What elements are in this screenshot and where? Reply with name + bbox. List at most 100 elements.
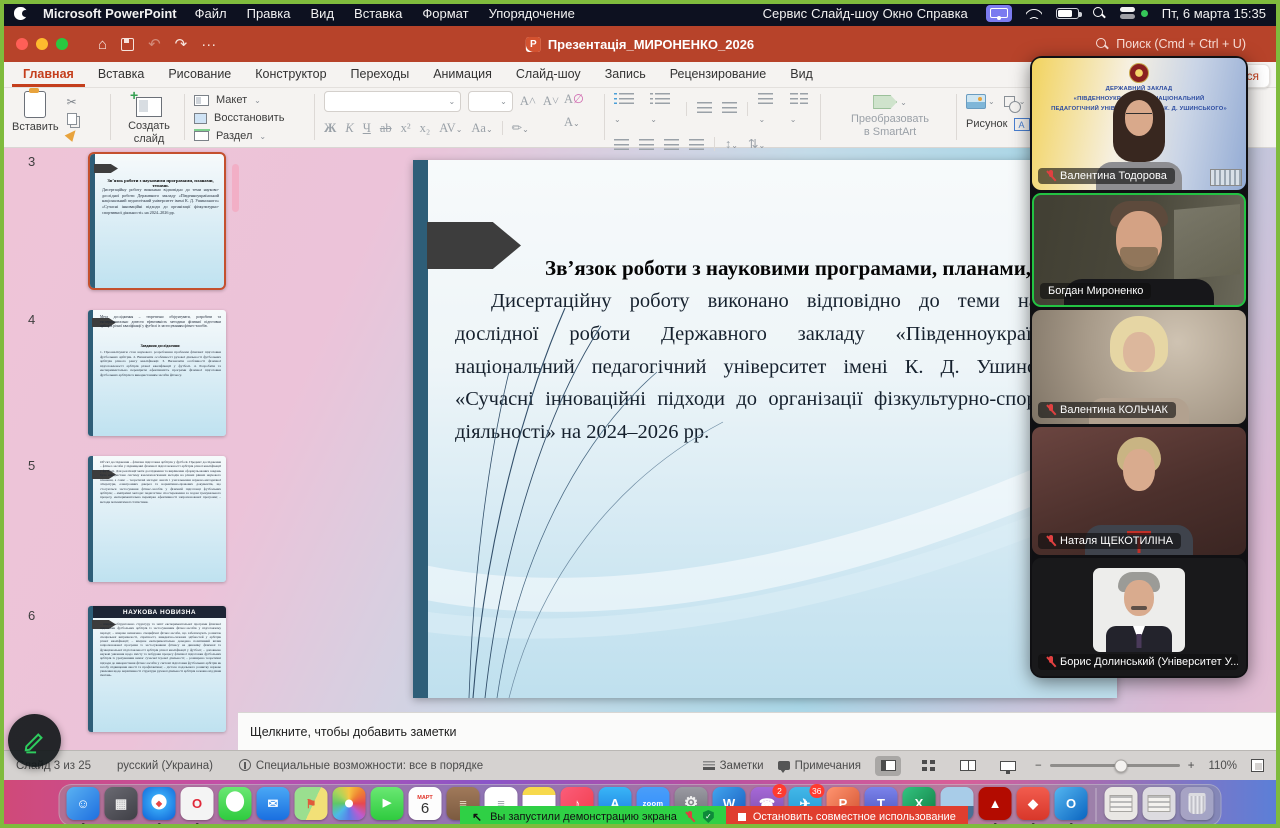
text-direction-icon[interactable]: ↕⌄ [725, 137, 738, 152]
dock-app-trash[interactable] [1180, 787, 1215, 823]
line-spacing-icon[interactable]: ⌄ [758, 91, 779, 127]
notes-toggle[interactable]: Заметки [703, 760, 764, 772]
minimize-window-button[interactable] [36, 38, 48, 50]
dock-app-maps[interactable]: ⚑ [294, 787, 329, 823]
wifi-icon[interactable] [1026, 7, 1042, 19]
char-spacing-button[interactable]: AV⌄ [439, 121, 462, 136]
font-color-icon[interactable]: А⌄ [564, 115, 580, 130]
tab-Главная[interactable]: Главная [12, 63, 85, 87]
language-indicator[interactable]: русский (Украина) [117, 760, 213, 772]
zoom-slider[interactable]: − + [1035, 760, 1194, 772]
align-text-icon[interactable]: ⇅⌄ [748, 136, 765, 152]
italic-button[interactable]: К [345, 121, 353, 136]
accessibility-status[interactable]: Специальные возможности: все в порядке [239, 759, 483, 772]
fullscreen-window-button[interactable] [56, 38, 68, 50]
tab-Слайд-шоу[interactable]: Слайд-шоу [505, 63, 592, 87]
highlight-pen-icon[interactable]: ✏⌄ [512, 120, 529, 136]
participant-tile-kolchak[interactable]: Валентина КОЛЬЧАК [1032, 310, 1246, 424]
dock-app-outlook[interactable]: O [1054, 787, 1089, 823]
align-left-icon[interactable] [614, 139, 629, 150]
slide-title[interactable]: Зв’язок роботи з науковими програмами, п… [455, 256, 1107, 281]
dock-app-mail[interactable]: ✉ [256, 787, 291, 823]
insert-shape-button[interactable]: ⌄ [1004, 96, 1026, 107]
layout-button[interactable]: Макет⌄ [194, 91, 310, 109]
decrease-font-icon[interactable]: A˅ [543, 94, 559, 109]
bold-button[interactable]: Ж [324, 121, 336, 136]
dock-app-messages[interactable] [218, 787, 253, 823]
menu-Вид[interactable]: Вид [311, 6, 335, 21]
dock-app-window-2[interactable] [1142, 787, 1177, 823]
menubar-clock[interactable]: Пт, 6 марта 15:35 [1162, 6, 1266, 21]
tab-Запись[interactable]: Запись [594, 63, 657, 87]
zoom-level[interactable]: 110% [1208, 760, 1237, 772]
dock-app-acrobat[interactable]: ▲ [978, 787, 1013, 823]
menu-Правка[interactable]: Правка [247, 6, 291, 21]
tab-Анимация[interactable]: Анимация [422, 63, 503, 87]
slide-thumbnail-5[interactable]: Об’єкт дослідження – фізична підготовка … [88, 456, 226, 582]
menu-Окно[interactable]: Окно [883, 6, 913, 21]
tab-Рецензирование[interactable]: Рецензирование [659, 63, 778, 87]
apple-menu-icon[interactable] [14, 7, 27, 20]
undo-icon[interactable]: ↶ [148, 35, 161, 53]
strikethrough-button[interactable]: ab [380, 121, 392, 136]
dock-app-photos[interactable] [332, 787, 367, 823]
menubar-app-name[interactable]: Microsoft PowerPoint [43, 6, 177, 21]
dock-app-calendar[interactable]: МАРТ6 [408, 787, 443, 823]
participant-tile-dolynskyi[interactable]: Борис Долинський (Університет У... [1032, 558, 1246, 676]
change-case-button[interactable]: Aa⌄ [471, 121, 492, 136]
reading-view-button[interactable] [955, 756, 981, 776]
home-icon[interactable]: ⌂ [98, 36, 107, 53]
subscript-button[interactable]: x₂ [420, 121, 431, 136]
more-actions-icon[interactable]: ··· [201, 36, 216, 53]
slide-thumbnail-4[interactable]: Мета дослідження – теоретично обґрунтува… [88, 310, 226, 436]
save-icon[interactable] [121, 38, 134, 51]
comments-toggle[interactable]: Примечания [778, 760, 861, 772]
section-button[interactable]: Раздел⌄ [194, 127, 310, 145]
thumbnail-scrollbar[interactable] [232, 164, 239, 212]
format-painter-icon[interactable] [64, 127, 79, 142]
smartart-button[interactable]: ⌄ Преобразовать в SmartArt [830, 91, 950, 138]
paste-button[interactable]: Вставить [12, 91, 59, 140]
clear-formatting-icon[interactable]: A∅ [564, 91, 584, 107]
insert-picture-button[interactable]: ⌄ [966, 94, 995, 109]
text-box-icon[interactable]: A [1014, 118, 1030, 131]
menu-Файл[interactable]: Файл [195, 6, 227, 21]
tab-Конструктор[interactable]: Конструктор [244, 63, 337, 87]
dock-app-launchpad[interactable]: ▦ [104, 787, 139, 823]
dock-app-anydesk[interactable]: ◆ [1016, 787, 1051, 823]
align-justify-icon[interactable] [689, 139, 704, 150]
increase-indent-icon[interactable] [722, 100, 737, 118]
columns-icon[interactable]: ⌄ [790, 91, 814, 127]
increase-font-icon[interactable]: A˄ [520, 94, 536, 109]
menu-Сервис[interactable]: Сервис [763, 6, 808, 21]
decrease-indent-icon[interactable] [697, 100, 712, 118]
menu-Формат[interactable]: Формат [422, 6, 468, 21]
menu-Слайд-шоу[interactable]: Слайд-шоу [811, 6, 878, 21]
annotation-pencil-button[interactable] [8, 714, 61, 767]
slide-thumbnail-3[interactable]: Зв’язок роботи з науковими програмами, п… [88, 152, 226, 290]
slideshow-button[interactable] [995, 756, 1021, 776]
reset-button[interactable]: Восстановить [194, 109, 310, 127]
participant-tile-shchekotylina[interactable]: Наталя ЩЕКОТИЛІНА [1032, 427, 1246, 555]
tab-Рисование[interactable]: Рисование [157, 63, 242, 87]
font-size-select[interactable]: ⌄ [468, 91, 513, 112]
dock-app-safari[interactable]: ◆ [142, 787, 177, 823]
menu-Вставка[interactable]: Вставка [354, 6, 402, 21]
menu-Упорядочение[interactable]: Упорядочение [489, 6, 575, 21]
tab-Вид[interactable]: Вид [779, 63, 824, 87]
spotlight-icon[interactable] [1093, 7, 1106, 20]
dock-app-facetime[interactable]: ▶ [370, 787, 405, 823]
titlebar-search[interactable]: Поиск (Cmd + Ctrl + U) [1096, 37, 1246, 51]
align-right-icon[interactable] [664, 139, 679, 150]
slide-thumbnail-6[interactable]: НАУКОВА НОВИЗНА – вперше обґрунтовано ст… [88, 606, 226, 732]
superscript-button[interactable]: x² [401, 121, 411, 136]
normal-view-button[interactable] [875, 756, 901, 776]
dock-app-opera[interactable]: O [180, 787, 215, 823]
slide-sorter-button[interactable] [915, 756, 941, 776]
control-center-icon[interactable] [1120, 7, 1135, 20]
bullet-list-icon[interactable]: ⌄ [614, 91, 640, 127]
zoom-out-icon[interactable]: − [1035, 760, 1042, 772]
tab-Переходы[interactable]: Переходы [340, 63, 421, 87]
tab-Вставка[interactable]: Вставка [87, 63, 155, 87]
slide-canvas[interactable]: Зв’язок роботи з науковими програмами, п… [413, 160, 1117, 698]
